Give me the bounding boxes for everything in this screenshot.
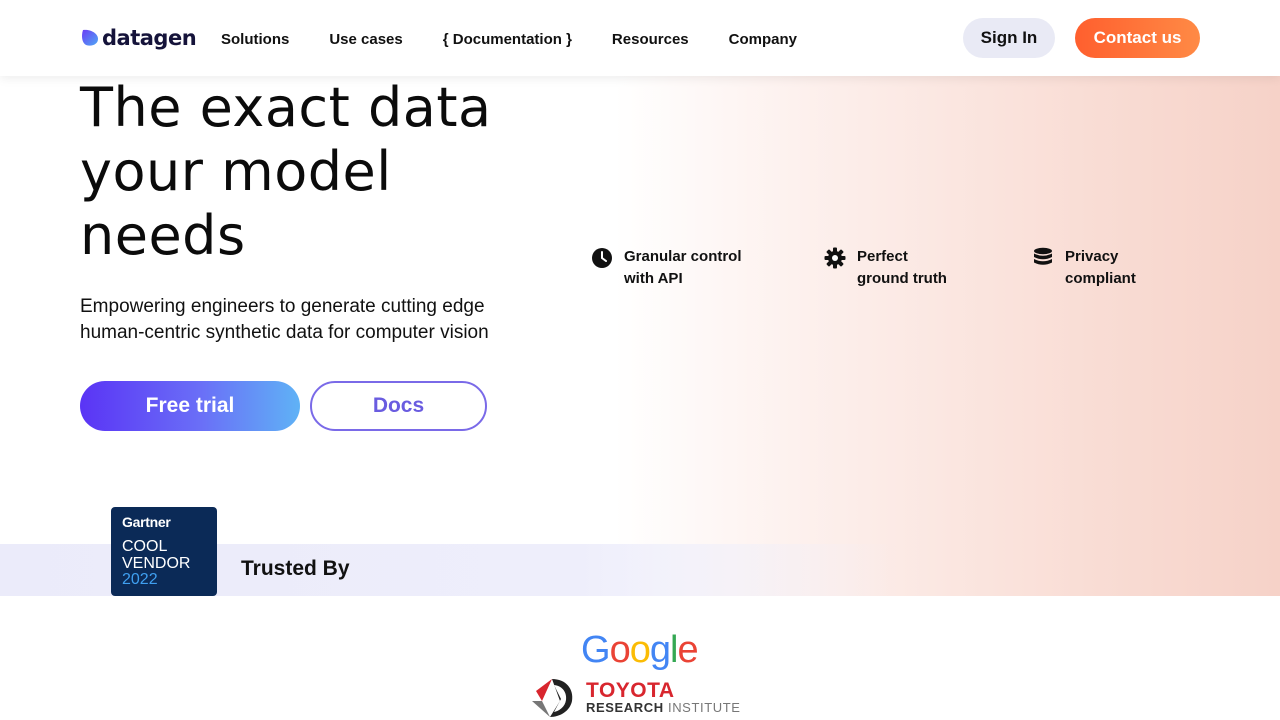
hero-title: The exact data your model needs (80, 76, 492, 267)
trusted-by-title: Trusted By (241, 557, 350, 580)
database-icon (1034, 247, 1052, 265)
toyota-research-logo: TOYOTA RESEARCH INSTITUTE (530, 677, 750, 719)
feature-text: Privacy compliant (1065, 248, 1136, 287)
logo-text: datagen (102, 26, 197, 50)
nav-item-use-cases[interactable]: Use cases (329, 31, 402, 48)
gear-icon (824, 247, 846, 269)
toyota-subtitle: RESEARCH INSTITUTE (586, 701, 741, 715)
main-nav: Solutions Use cases { Documentation } Re… (221, 31, 837, 48)
feature-privacy: Privacy compliant (1032, 246, 1136, 290)
feature-text: Granular control with API (624, 248, 742, 287)
docs-button[interactable]: Docs (310, 381, 487, 431)
contact-us-button[interactable]: Contact us (1075, 18, 1200, 58)
gartner-cool-vendor-badge: Gartner COOL VENDOR 2022 (111, 507, 217, 596)
clock-icon (592, 248, 612, 268)
hero-subtitle: Empowering engineers to generate cutting… (80, 296, 489, 343)
nav-item-resources[interactable]: Resources (612, 31, 689, 48)
nav-item-solutions[interactable]: Solutions (221, 31, 289, 48)
site-header: datagen Solutions Use cases { Documentat… (0, 0, 1280, 76)
gartner-line-cool: COOL (122, 538, 168, 555)
feature-ground-truth: Perfect ground truth (824, 246, 947, 290)
gartner-line-vendor: VENDOR (122, 554, 191, 572)
google-logo: Google (581, 629, 699, 671)
logo[interactable]: datagen (80, 26, 197, 50)
nav-item-documentation[interactable]: { Documentation } (443, 31, 572, 48)
feature-text: Perfect ground truth (857, 248, 947, 287)
toyota-sub-research: RESEARCH (586, 700, 664, 715)
gartner-year: 2022 (122, 571, 158, 588)
free-trial-button[interactable]: Free trial (80, 381, 300, 431)
nav-item-company[interactable]: Company (729, 31, 797, 48)
toyota-sub-institute: INSTITUTE (667, 700, 741, 715)
logo-mark-icon (82, 29, 98, 46)
sign-in-button[interactable]: Sign In (963, 18, 1055, 58)
toyota-mark-icon (532, 679, 573, 717)
gartner-brand: Gartner (122, 514, 171, 530)
feature-api-control: Granular control with API (591, 246, 742, 290)
toyota-name: TOYOTA (586, 679, 675, 702)
